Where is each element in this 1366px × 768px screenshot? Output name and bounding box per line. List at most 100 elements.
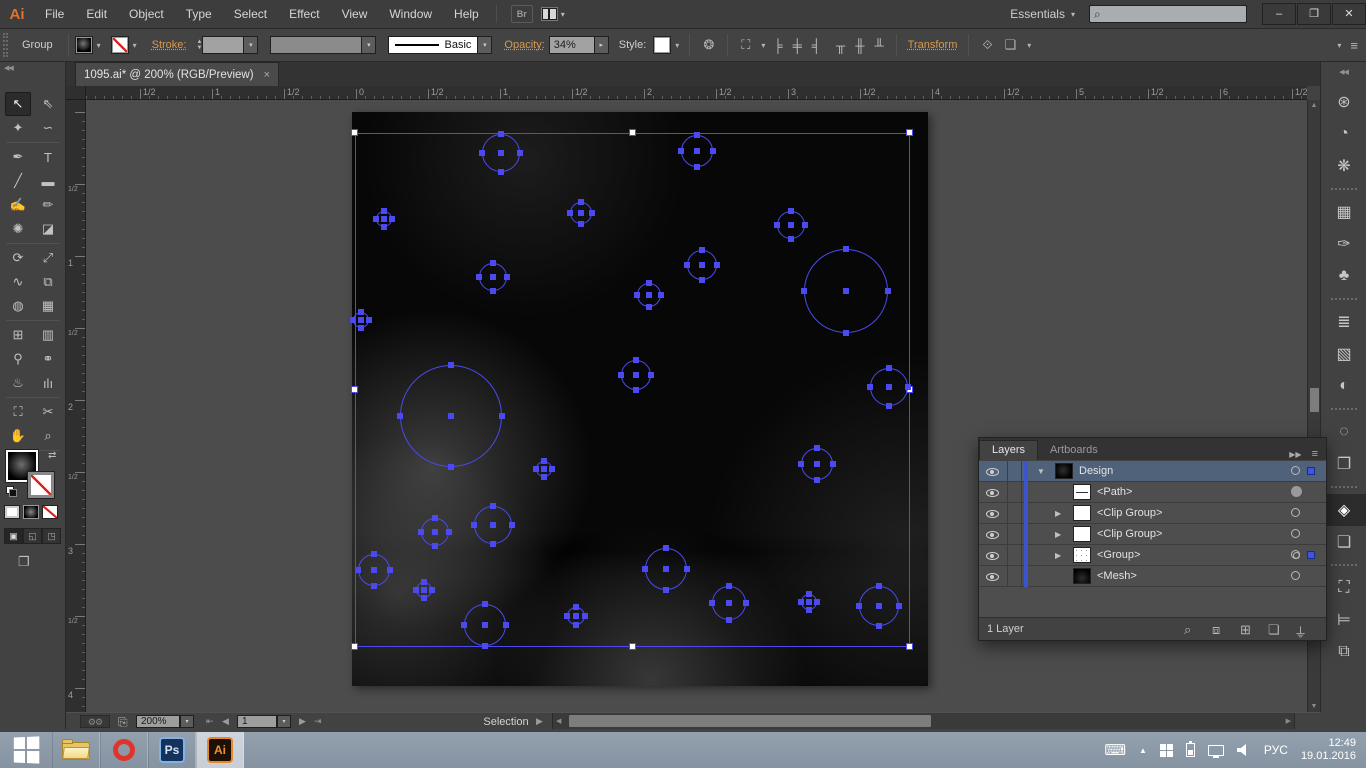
circle-object[interactable] [637,283,661,307]
anchor-handle[interactable] [814,461,820,467]
circle-object[interactable] [536,461,552,477]
anchor-handle[interactable] [490,503,496,509]
start-button[interactable] [0,732,52,768]
anchor-handle[interactable] [381,224,387,230]
anchor-handle[interactable] [885,288,891,294]
anchor-handle[interactable] [788,222,794,228]
anchor-handle[interactable] [876,583,882,589]
anchor-handle[interactable] [684,566,690,572]
selection-color-chip[interactable] [1307,467,1315,475]
target-circle-icon[interactable] [1291,529,1300,538]
stroke-weight-field[interactable] [202,36,244,54]
anchor-handle[interactable] [646,280,652,286]
anchor-handle[interactable] [726,617,732,623]
opacity-link[interactable]: Opacity: [504,39,544,51]
circle-object[interactable] [353,312,369,328]
anchor-handle[interactable] [802,222,808,228]
visibility-eye-icon[interactable] [986,573,999,581]
layer-thumbnail[interactable] [1073,568,1091,584]
new-layer-button[interactable]: ❏ [1268,622,1280,638]
anchor-handle[interactable] [843,246,849,252]
anchor-handle[interactable] [573,613,579,619]
opacity-field[interactable]: 34% [549,36,595,54]
bridge-button[interactable]: Br [511,5,533,23]
anchor-handle[interactable] [421,587,427,593]
layer-thumbnail[interactable] [1073,505,1091,521]
circle-object[interactable] [421,518,449,546]
anchor-handle[interactable] [798,599,804,605]
anchor-handle[interactable] [366,317,372,323]
eraser-tool[interactable]: ◪ [35,217,61,241]
frame-handle[interactable] [351,386,358,393]
graphic-styles-panel[interactable]: ❐ [1321,448,1366,480]
artboard-number-field[interactable]: 1 [237,715,277,728]
gradient-button[interactable] [23,505,39,519]
align-horizontal-center-button[interactable]: ╪ [793,38,802,53]
rectangle-tool[interactable]: ▬ [35,169,61,193]
layer-row[interactable]: <Mesh> [979,566,1326,587]
disclosure-triangle-icon[interactable]: ▼ [1037,467,1045,476]
circle-object[interactable] [681,135,713,167]
panel-menu-icon[interactable]: ≡ [1312,448,1318,460]
draw-normal-button[interactable]: ▣ [4,528,23,544]
anchor-handle[interactable] [490,288,496,294]
stroke-swatch[interactable] [28,472,54,498]
zoom-tool[interactable]: ⌕ [35,424,61,448]
anchor-handle[interactable] [684,262,690,268]
layer-name[interactable]: <Clip Group> [1097,528,1162,540]
document-tab[interactable]: 1095.ai* @ 200% (RGB/Preview) × [75,62,279,86]
layer-row[interactable]: <Path> [979,482,1326,503]
circle-object[interactable] [464,604,506,646]
circle-object[interactable] [358,554,390,586]
previous-artboard-button[interactable]: ◀ [222,716,229,727]
anchor-handle[interactable] [541,458,547,464]
anchor-handle[interactable] [634,292,640,298]
anchor-handle[interactable] [788,208,794,214]
volume-icon[interactable] [1237,744,1251,756]
free-transform-tool[interactable]: ⧉ [35,270,61,294]
brushes-panel[interactable]: ✑ [1321,228,1366,260]
language-indicator[interactable]: РУС [1264,743,1288,757]
layer-thumbnail[interactable] [1055,463,1073,479]
mesh-tool[interactable]: ⊞ [5,323,31,347]
layer-row[interactable]: ▶<Group> [979,545,1326,566]
anchor-handle[interactable] [876,623,882,629]
pencil-tool[interactable]: ✏ [35,193,61,217]
layer-name[interactable]: <Clip Group> [1097,507,1162,519]
visibility-eye-icon[interactable] [986,531,999,539]
symbols-panel[interactable]: ♣ [1321,260,1366,292]
gradient-tool[interactable]: ▥ [35,323,61,347]
last-artboard-button[interactable]: ⇥ [314,716,322,727]
network-icon[interactable] [1208,745,1224,756]
chevron-down-icon[interactable]: ▾ [130,39,140,52]
vertical-scrollbar-thumb[interactable] [1310,388,1319,412]
anchor-handle[interactable] [564,613,570,619]
anchor-handle[interactable] [533,466,539,472]
anchor-handle[interactable] [648,372,654,378]
horizontal-scrollbar-thumb[interactable] [569,715,931,727]
color-guide-panel[interactable]: ◔ [1321,118,1366,150]
anchor-handle[interactable] [418,529,424,535]
ruler-origin-corner[interactable] [66,86,86,100]
collapse-panel-icon[interactable]: ▶▶ [1289,450,1301,459]
isolate-selected-object-button[interactable]: ⟐ [982,37,992,53]
frame-handle[interactable] [629,129,636,136]
opacity-arrow[interactable]: ▸ [595,36,609,54]
visibility-eye-icon[interactable] [986,489,999,497]
menu-effect[interactable]: Effect [278,0,330,28]
restore-button[interactable]: ❐ [1297,3,1331,25]
tab-artboards[interactable]: Artboards [1038,441,1110,460]
anchor-handle[interactable] [814,599,820,605]
anchor-handle[interactable] [541,466,547,472]
anchor-handle[interactable] [490,541,496,547]
anchor-handle[interactable] [774,222,780,228]
direct-selection-tool[interactable]: ⇖ [35,92,61,116]
type-tool[interactable]: T [35,145,61,169]
align-to-selection-button[interactable]: ⛶ [741,37,750,53]
anchor-handle[interactable] [726,600,732,606]
layer-row[interactable]: ▶<Clip Group> [979,524,1326,545]
width-tool[interactable]: ∿ [5,270,31,294]
menu-help[interactable]: Help [443,0,490,28]
circle-object[interactable] [687,250,717,280]
transparency-panel[interactable]: ◐ [1321,370,1366,402]
